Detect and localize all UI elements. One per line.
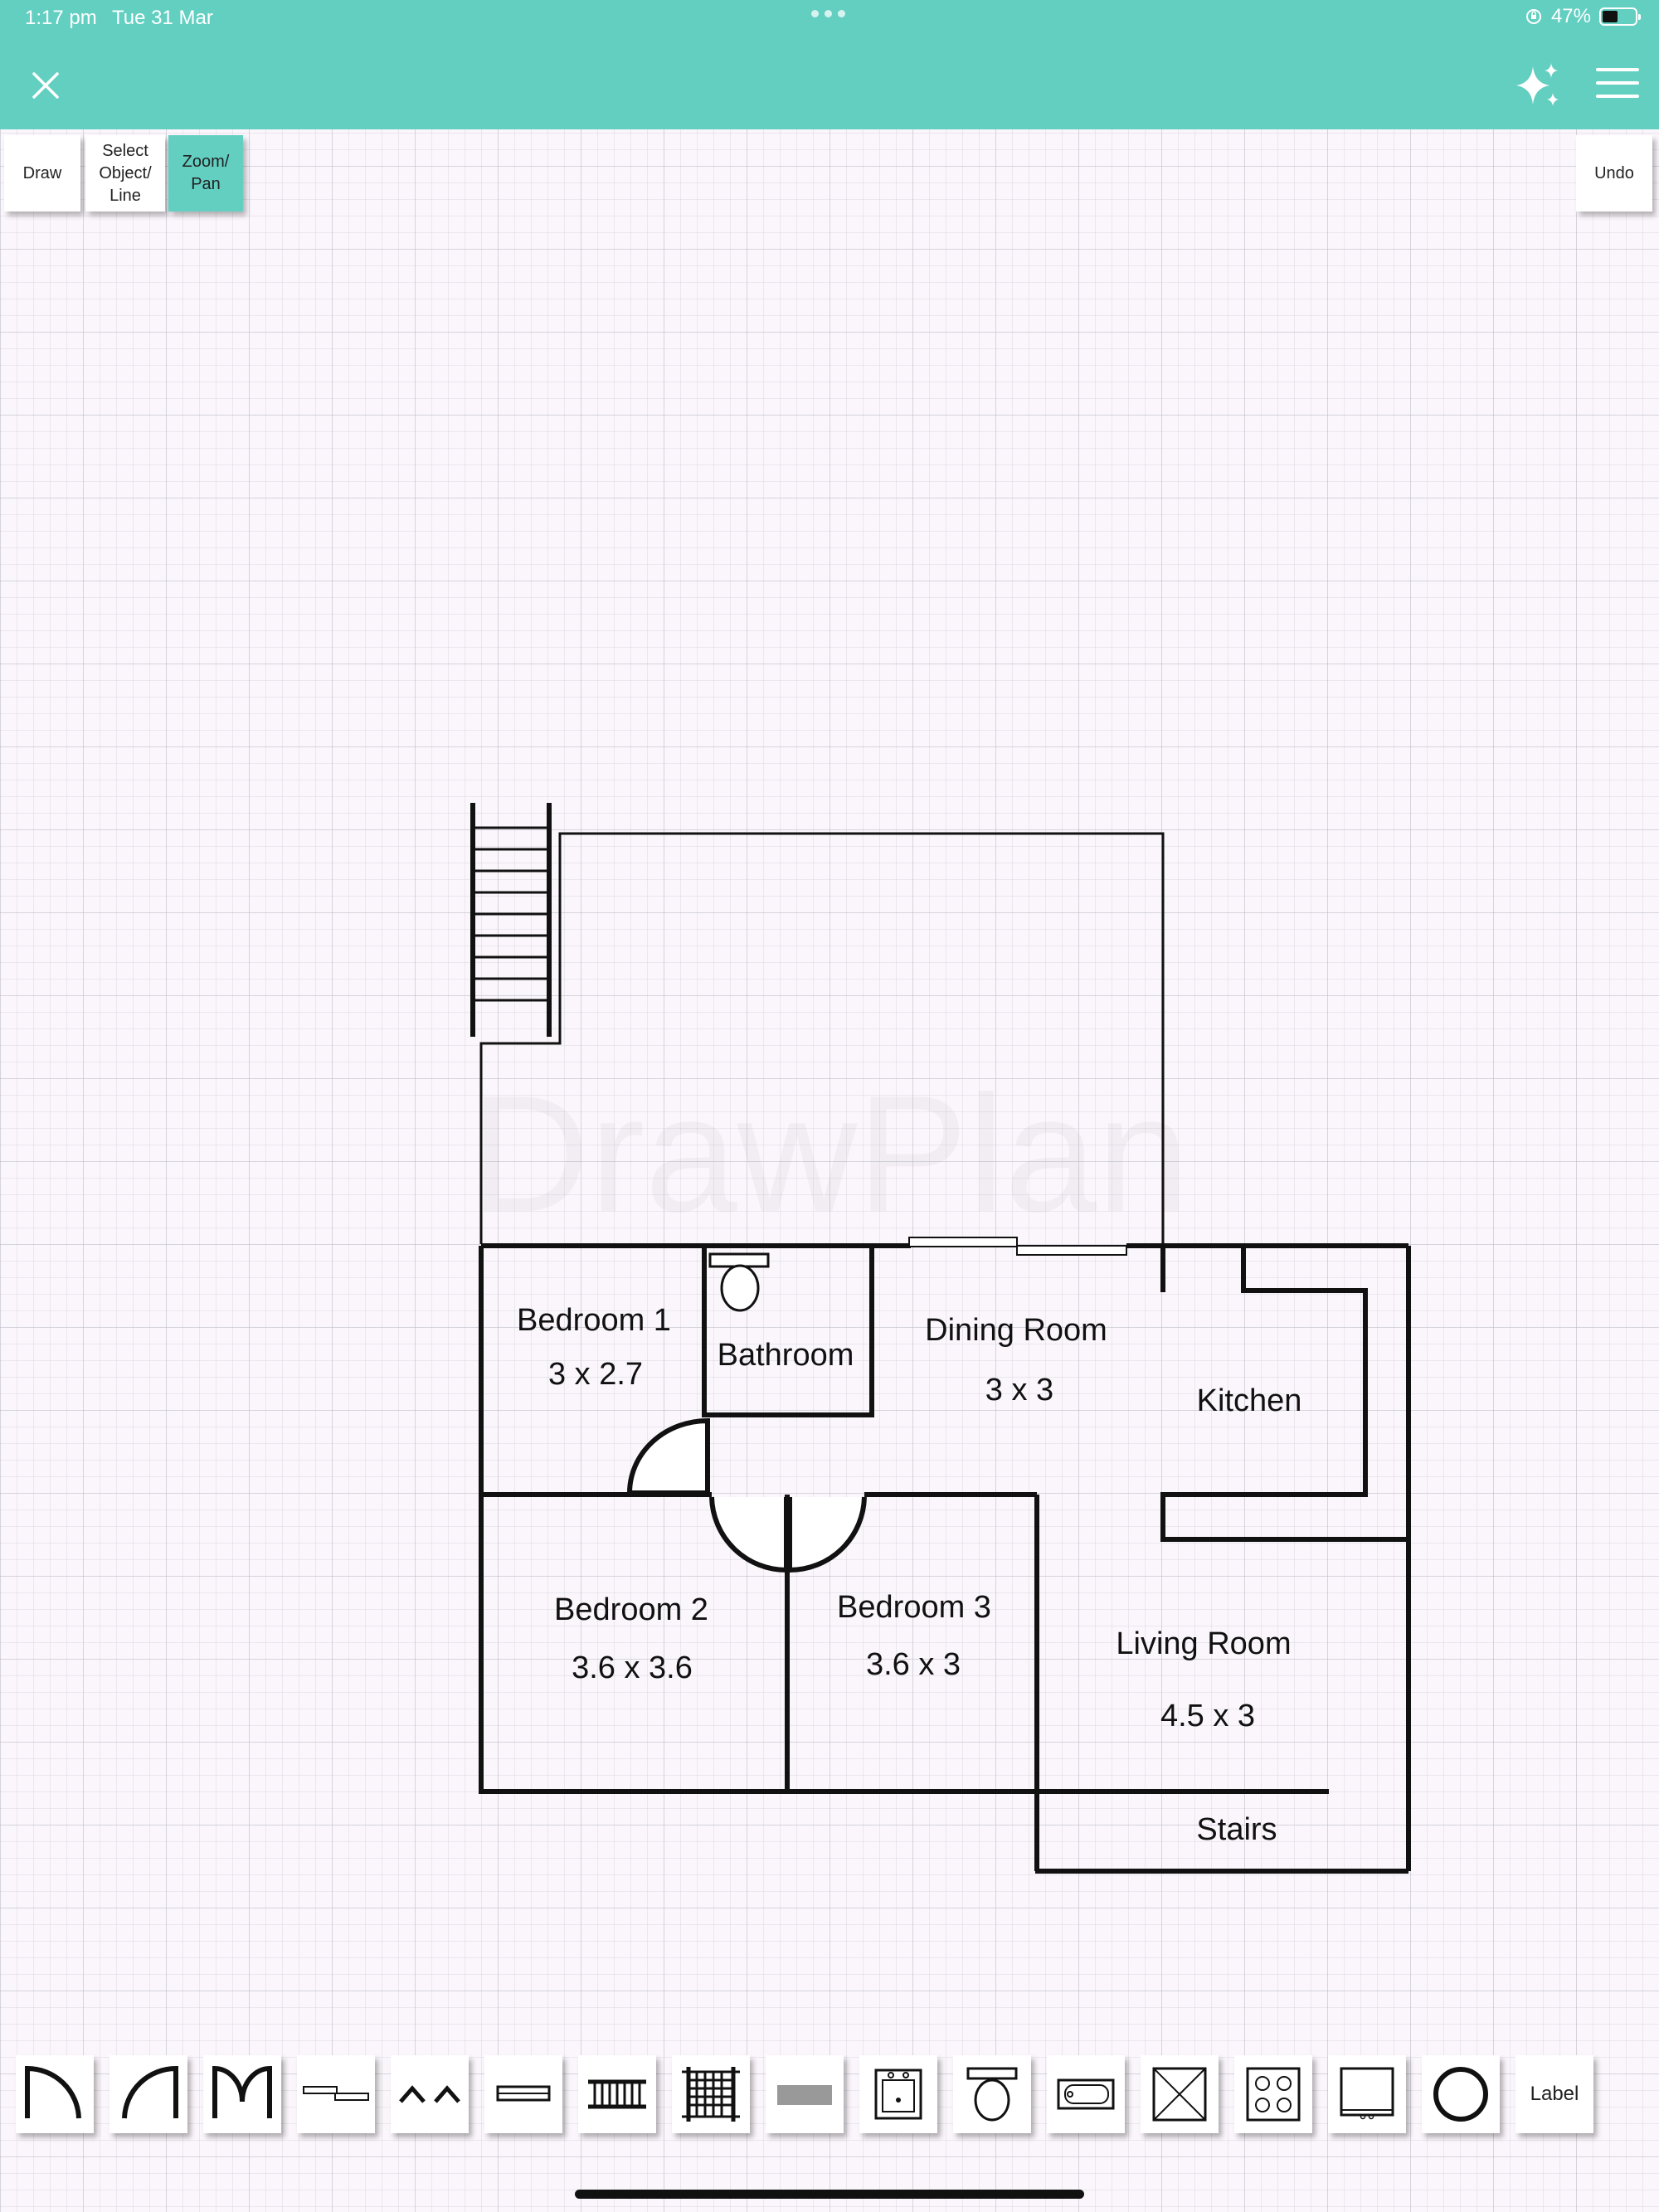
room-name-stairs[interactable]: Stairs <box>1196 1812 1277 1847</box>
room-name-bathroom[interactable]: Bathroom <box>718 1338 854 1373</box>
toilet-icon <box>966 2067 1018 2122</box>
door-swing-left-icon <box>25 2065 81 2119</box>
room-name-kitchen[interactable]: Kitchen <box>1197 1383 1302 1418</box>
room-name-dining-room[interactable]: Dining Room <box>925 1313 1107 1348</box>
room-size-living-room[interactable]: 4.5 x 3 <box>1160 1699 1255 1733</box>
room-size-dining-room[interactable]: 3 x 3 <box>985 1373 1053 1407</box>
palette-bench-button[interactable] <box>766 2055 844 2133</box>
palette-toilet-button[interactable] <box>953 2055 1031 2133</box>
room-size-bedroom-3[interactable]: 3.6 x 3 <box>866 1647 961 1682</box>
room-size-bedroom-1[interactable]: 3 x 2.7 <box>548 1357 643 1392</box>
palette-door-left-button[interactable] <box>16 2055 94 2133</box>
upper-stairs[interactable] <box>470 803 552 1037</box>
room-name-living-room[interactable]: Living Room <box>1116 1626 1291 1661</box>
tv-icon <box>1340 2067 1394 2120</box>
palette-circle-button[interactable] <box>1422 2055 1500 2133</box>
label-button-text: Label <box>1530 2083 1579 2105</box>
room-name-bedroom-2[interactable]: Bedroom 2 <box>554 1592 708 1627</box>
vertical-stairs-icon <box>682 2067 740 2122</box>
window-icon <box>496 2085 551 2102</box>
floor-plan-canvas[interactable]: DrawPlan Bedroom 1 3 x 2.7 Bathroom Dini… <box>0 0 1659 2212</box>
shower-icon <box>1152 2067 1207 2122</box>
palette-sink-button[interactable] <box>859 2055 937 2133</box>
sink-icon <box>874 2069 922 2120</box>
palette-double-door-button[interactable] <box>203 2055 281 2133</box>
sliding-door-icon <box>303 2086 369 2101</box>
bifold-door-icon <box>399 2085 460 2103</box>
palette-shower-button[interactable] <box>1141 2055 1219 2133</box>
palette-tv-button[interactable] <box>1328 2055 1406 2133</box>
palette-window-button[interactable] <box>484 2055 562 2133</box>
room-labels: Bedroom 1 3 x 2.7 Bathroom Dining Room 3… <box>517 1303 1301 1847</box>
palette-sliding-door-button[interactable] <box>297 2055 375 2133</box>
double-door-icon <box>212 2065 272 2118</box>
toilet-fixture[interactable] <box>708 1252 770 1312</box>
stove-icon <box>1246 2067 1301 2122</box>
palette-stove-button[interactable] <box>1234 2055 1312 2133</box>
bench-icon <box>777 2085 832 2105</box>
circle-shape-icon <box>1433 2067 1488 2122</box>
room-name-bedroom-3[interactable]: Bedroom 3 <box>837 1590 991 1625</box>
palette-vertical-stairs-button[interactable] <box>672 2055 750 2133</box>
palette-stairs-button[interactable] <box>578 2055 656 2133</box>
palette-bathtub-button[interactable] <box>1047 2055 1125 2133</box>
palette-bifold-door-button[interactable] <box>391 2055 469 2133</box>
room-size-bedroom-2[interactable]: 3.6 x 3.6 <box>572 1650 693 1685</box>
straight-stairs-icon <box>588 2079 646 2109</box>
bathtub-icon <box>1057 2078 1115 2110</box>
doors[interactable] <box>626 1417 867 1573</box>
home-indicator[interactable] <box>575 2190 1084 2199</box>
room-name-bedroom-1[interactable]: Bedroom 1 <box>517 1303 671 1338</box>
door-swing-right-icon <box>122 2065 178 2119</box>
watermark: DrawPlan <box>470 1062 1190 1247</box>
palette-label-button[interactable]: Label <box>1515 2055 1593 2133</box>
palette-door-right-button[interactable] <box>109 2055 187 2133</box>
